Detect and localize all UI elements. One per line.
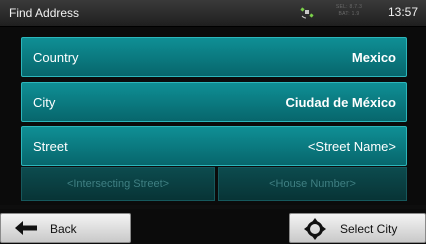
intersecting-street-field: <Intersecting Street> [21,167,215,201]
satellite-gps-icon [300,7,314,19]
city-value: Ciudad de México [285,95,396,110]
back-button[interactable]: Back [0,213,131,243]
address-form: Country Mexico City Ciudad de México Str… [0,27,426,205]
back-label: Back [50,222,77,236]
city-field[interactable]: City Ciudad de México [21,82,407,122]
select-city-button[interactable]: Select City [289,213,426,243]
clock: 13:57 [387,5,418,19]
crosshair-target-icon [304,218,326,240]
arrow-left-icon [15,221,37,235]
status-line-2: BAT: 1.9 [338,11,360,17]
page-title: Find Address [9,6,80,20]
title-bar: Find Address SEL: 8.7.3 BAT: 1.9 13:57 [0,0,426,27]
status-readout: SEL: 8.7.3 BAT: 1.9 [333,4,365,18]
street-value: <Street Name> [307,139,396,154]
street-label: Street [33,139,68,154]
bottom-toolbar: Back Select City [0,209,426,244]
house-number-placeholder: <House Number> [269,178,356,190]
house-number-field: <House Number> [218,167,407,201]
intersecting-street-placeholder: <Intersecting Street> [66,178,170,190]
select-city-label: Select City [340,222,398,236]
find-address-screen: Find Address SEL: 8.7.3 BAT: 1.9 13:57 C… [0,0,426,244]
country-label: Country [33,50,79,65]
street-field[interactable]: Street <Street Name> [21,126,407,166]
city-label: City [33,95,56,110]
country-value: Mexico [351,50,396,65]
country-field[interactable]: Country Mexico [21,37,407,77]
status-line-1: SEL: 8.7.3 [335,4,363,10]
